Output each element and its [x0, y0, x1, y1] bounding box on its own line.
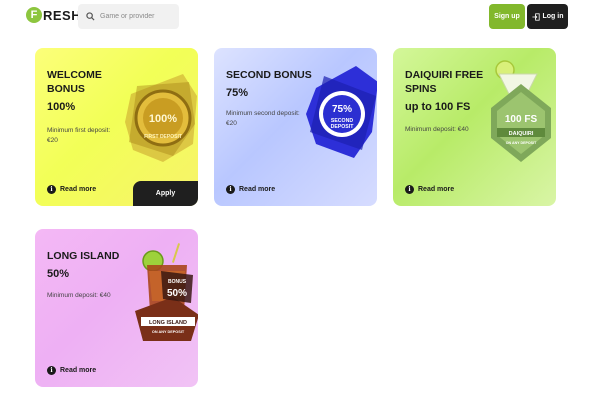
- promo-card-long-island[interactable]: LONG ISLAND 50% Minimum deposit: €40 BON…: [35, 229, 198, 387]
- card-amount: up to 100 FS: [405, 101, 471, 113]
- info-icon: i: [226, 185, 235, 194]
- read-more-label: Read more: [239, 186, 276, 193]
- info-icon: i: [47, 185, 56, 194]
- read-more-link[interactable]: i Read more: [405, 185, 454, 194]
- search-input[interactable]: [100, 13, 178, 20]
- card-description: Minimum first deposit: €20: [47, 127, 111, 144]
- badge-text-1: DAIQUIRI: [509, 131, 534, 137]
- badge-text-2: DEPOSIT: [331, 124, 355, 130]
- card-title: LONG ISLAND: [47, 250, 120, 262]
- card-amount: 100%: [47, 101, 76, 113]
- badge-text: FIRST DEPOSIT: [144, 134, 182, 140]
- badge-value: 50%: [167, 288, 187, 299]
- badge-text-2: ON ANY DEPOSIT: [152, 330, 185, 334]
- card-description: Minimum second deposit: €20: [226, 110, 300, 127]
- search-icon: [86, 12, 95, 21]
- badge-small-text: BONUS: [168, 279, 187, 285]
- read-more-label: Read more: [60, 367, 97, 374]
- card-amount: 50%: [47, 268, 70, 280]
- read-more-label: Read more: [60, 186, 97, 193]
- read-more-label: Read more: [418, 186, 455, 193]
- promo-card-welcome-bonus[interactable]: WELCOME BONUS 100% Minimum first deposit…: [35, 48, 198, 206]
- card-description: Minimum deposit: €40: [47, 292, 111, 299]
- long-island-badge-art: BONUS 50% LONG ISLAND ON ANY DEPOSIT: [135, 243, 198, 341]
- badge-text-1: LONG ISLAND: [149, 320, 187, 326]
- log-in-label: Log in: [542, 13, 564, 20]
- info-icon: i: [405, 185, 414, 194]
- top-bar: F RESH Sign up Log in: [0, 0, 600, 34]
- read-more-link[interactable]: i Read more: [47, 185, 96, 194]
- badge-value: 75%: [332, 104, 352, 115]
- card-amount: 75%: [226, 87, 249, 99]
- daiquiri-badge-art: 100 FS DAIQUIRI ON ANY DEPOSIT: [491, 60, 551, 162]
- read-more-link[interactable]: i Read more: [226, 185, 275, 194]
- first-deposit-badge-art: 100% FIRST DEPOSIT: [125, 74, 197, 162]
- logo-mark: F: [26, 7, 42, 23]
- promo-card-second-bonus[interactable]: SECOND BONUS 75% Minimum second deposit:…: [214, 48, 377, 206]
- badge-value: 100%: [149, 113, 177, 125]
- logo-text: RESH: [43, 7, 82, 23]
- badge-value: 100 FS: [505, 114, 538, 125]
- apply-button[interactable]: Apply: [133, 181, 198, 206]
- card-description: Minimum deposit: €40: [405, 126, 469, 133]
- second-deposit-badge-art: 75% SECOND DEPOSIT: [306, 66, 377, 158]
- info-icon: i: [47, 366, 56, 375]
- log-in-button[interactable]: Log in: [527, 4, 568, 29]
- sign-up-button[interactable]: Sign up: [489, 4, 525, 29]
- login-icon: [531, 12, 540, 21]
- logo[interactable]: F RESH: [26, 7, 81, 23]
- badge-text-2: ON ANY DEPOSIT: [506, 141, 537, 145]
- promo-card-daiquiri-free-spins[interactable]: DAIQUIRI FREE SPINS up to 100 FS Minimum…: [393, 48, 556, 206]
- search-box[interactable]: [78, 4, 179, 29]
- read-more-link[interactable]: i Read more: [47, 366, 96, 375]
